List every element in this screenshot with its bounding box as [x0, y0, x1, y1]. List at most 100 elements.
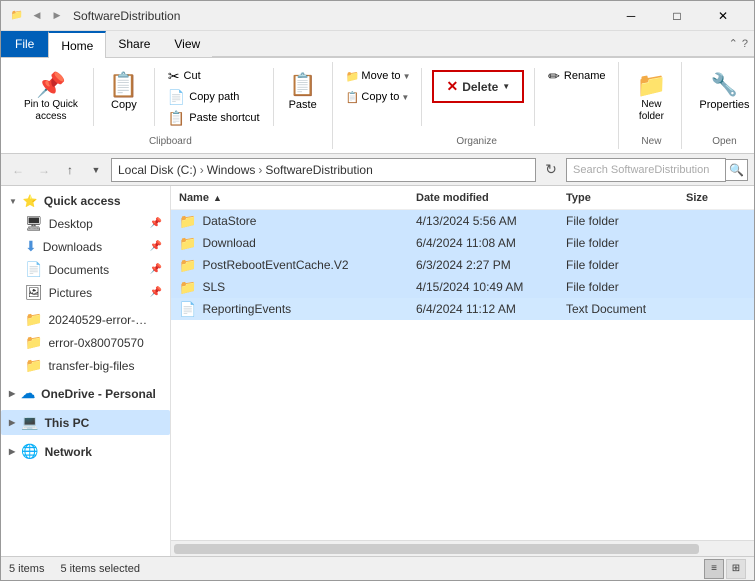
close-button[interactable]: ✕	[700, 1, 746, 31]
sidebar-header-thispc[interactable]: ▶ 💻 This PC	[1, 410, 170, 435]
minimize-button[interactable]: ─	[608, 1, 654, 31]
ribbon-divider-3	[273, 68, 274, 126]
rename-label: Rename	[564, 70, 606, 82]
downloads-label: Downloads	[43, 240, 102, 254]
sidebar-header-quick-access[interactable]: ▼ ⭐ Quick access	[1, 190, 170, 212]
ribbon-group-clipboard: 📌 Pin to Quickaccess 📋 Copy ✂ Cut	[9, 62, 333, 149]
path-sep-1: ›	[200, 163, 204, 177]
sort-arrow-icon: ▲	[213, 193, 222, 203]
table-row[interactable]: 📁 PostRebootEventCache.V2 6/3/2024 2:27 …	[171, 254, 754, 276]
sidebar-header-network[interactable]: ▶ 🌐 Network	[1, 439, 170, 464]
pin-icon: 📌	[36, 71, 66, 99]
back-button[interactable]: ←	[7, 159, 29, 181]
maximize-button[interactable]: □	[654, 1, 700, 31]
sidebar-item-documents[interactable]: 📄 Documents 📌	[1, 258, 170, 281]
icons-view-button[interactable]: ⊞	[726, 559, 746, 579]
tab-view[interactable]: View	[162, 31, 212, 57]
cut-button[interactable]: ✂ Cut	[161, 66, 267, 86]
file-type: File folder	[566, 280, 686, 294]
chevron-pc-icon: ▶	[9, 418, 15, 427]
sidebar-item-desktop[interactable]: 🖥 Desktop 📌	[1, 212, 170, 235]
doc-icon: 📄	[179, 301, 196, 318]
help-icon[interactable]: ?	[742, 38, 748, 50]
copy-path-button[interactable]: 📄 Copy path	[161, 87, 267, 107]
details-view-button[interactable]: ≡	[704, 559, 724, 579]
ribbon-content: 📌 Pin to Quickaccess 📋 Copy ✂ Cut	[1, 57, 754, 153]
folder-icon: 📁	[179, 257, 196, 274]
search-button[interactable]: 🔍	[726, 159, 748, 181]
documents-label: Documents	[48, 263, 109, 277]
folder-icon: 📁	[179, 213, 196, 230]
recent-locations-button[interactable]: ▼	[85, 159, 107, 181]
tab-home[interactable]: Home	[48, 31, 106, 58]
clipboard-label: Clipboard	[15, 132, 326, 149]
col-header-size[interactable]: Size	[686, 192, 746, 204]
file-date: 6/4/2024 11:12 AM	[416, 302, 566, 316]
file-type: File folder	[566, 236, 686, 250]
sidebar-header-onedrive[interactable]: ▶ ☁ OneDrive - Personal	[1, 381, 170, 406]
quick-access-label: Quick access	[44, 194, 121, 208]
table-row[interactable]: 📁 DataStore 4/13/2024 5:56 AM File folde…	[171, 210, 754, 232]
col-header-date[interactable]: Date modified	[416, 192, 566, 204]
rename-button[interactable]: ✏ Rename	[541, 66, 612, 86]
sidebar-item-pictures[interactable]: 🖼 Pictures 📌	[1, 281, 170, 304]
documents-icon: 📄	[25, 261, 42, 278]
move-to-button[interactable]: 📁 Move to ▼	[341, 66, 416, 86]
titlebar: 📁 ◀ ▶ SoftwareDistribution ─ □ ✕	[1, 1, 754, 31]
refresh-button[interactable]: ↻	[540, 159, 562, 181]
file-date: 6/4/2024 11:08 AM	[416, 236, 566, 250]
properties-button[interactable]: 🔧 Properties	[690, 66, 755, 116]
main-area: ▼ ⭐ Quick access 🖥 Desktop 📌 ⬇ Downloads…	[1, 186, 754, 556]
scrollbar-thumb[interactable]	[174, 544, 699, 554]
new-folder-button[interactable]: 📁 Newfolder	[627, 66, 675, 128]
copy-icon: 📋	[109, 71, 139, 99]
folder2-label: error-0x80070570	[48, 336, 143, 350]
sidebar-item-folder1[interactable]: 📁 20240529-error-0x80…	[1, 308, 170, 331]
delete-button[interactable]: ✕ Delete ▼	[432, 70, 524, 103]
sidebar-item-folder2[interactable]: 📁 error-0x80070570	[1, 331, 170, 354]
sidebar-section-recent: 📁 20240529-error-0x80… 📁 error-0x8007057…	[1, 308, 170, 377]
pin-quick-access-button[interactable]: 📌 Pin to Quickaccess	[15, 66, 87, 128]
table-row[interactable]: 📄 ReportingEvents 6/4/2024 11:12 AM Text…	[171, 298, 754, 320]
clipboard-items: 📌 Pin to Quickaccess 📋 Copy ✂ Cut	[15, 62, 326, 132]
ribbon-expand-icon[interactable]: ⌃	[729, 37, 738, 50]
col-header-type[interactable]: Type	[566, 192, 686, 204]
copy-path-label: Copy path	[189, 91, 239, 103]
copy-to-button[interactable]: 📋 Copy to ▼	[341, 87, 416, 107]
search-input[interactable]: Search SoftwareDistribution	[566, 158, 726, 182]
item-count: 5 items	[9, 563, 44, 575]
col-header-name[interactable]: Name ▲	[179, 192, 416, 204]
copy-button[interactable]: 📋 Copy	[100, 66, 148, 116]
pin-indicator-pic: 📌	[150, 287, 162, 298]
pin-indicator: 📌	[150, 218, 162, 229]
paste-button[interactable]: 📋 Paste	[280, 66, 326, 116]
chevron-net-icon: ▶	[9, 447, 15, 456]
open-items: 🔧 Properties	[690, 62, 755, 132]
up-button[interactable]: ↑	[59, 159, 81, 181]
folder-icon: 📁	[179, 279, 196, 296]
file-date: 4/15/2024 10:49 AM	[416, 280, 566, 294]
horizontal-scrollbar[interactable]	[171, 540, 754, 556]
sidebar-section-quick-access: ▼ ⭐ Quick access 🖥 Desktop 📌 ⬇ Downloads…	[1, 190, 170, 304]
tab-share[interactable]: Share	[106, 31, 162, 57]
downloads-icon: ⬇	[25, 238, 37, 255]
sidebar-item-downloads[interactable]: ⬇ Downloads 📌	[1, 235, 170, 258]
sidebar-item-folder3[interactable]: 📁 transfer-big-files	[1, 354, 170, 377]
folder2-icon: 📁	[25, 334, 42, 351]
forward-button[interactable]: →	[33, 159, 55, 181]
paste-shortcut-icon: 📋	[168, 110, 185, 127]
window: 📁 ◀ ▶ SoftwareDistribution ─ □ ✕ File Ho…	[0, 0, 755, 581]
table-row[interactable]: 📁 SLS 4/15/2024 10:49 AM File folder	[171, 276, 754, 298]
paste-shortcut-button[interactable]: 📋 Paste shortcut	[161, 108, 267, 128]
file-name: SLS	[202, 280, 416, 294]
open-label: Open	[690, 132, 755, 149]
column-headers: Name ▲ Date modified Type Size	[171, 186, 754, 210]
tab-file[interactable]: File	[1, 31, 48, 57]
table-row[interactable]: 📁 Download 6/4/2024 11:08 AM File folder	[171, 232, 754, 254]
chevron-icon: ▼	[9, 197, 17, 206]
desktop-icon: 🖥	[25, 215, 43, 232]
network-label: Network	[45, 445, 92, 459]
search-container: Search SoftwareDistribution 🔍	[566, 158, 748, 182]
address-path[interactable]: Local Disk (C:) › Windows › SoftwareDist…	[111, 158, 536, 182]
path-windows: Windows	[207, 163, 256, 177]
